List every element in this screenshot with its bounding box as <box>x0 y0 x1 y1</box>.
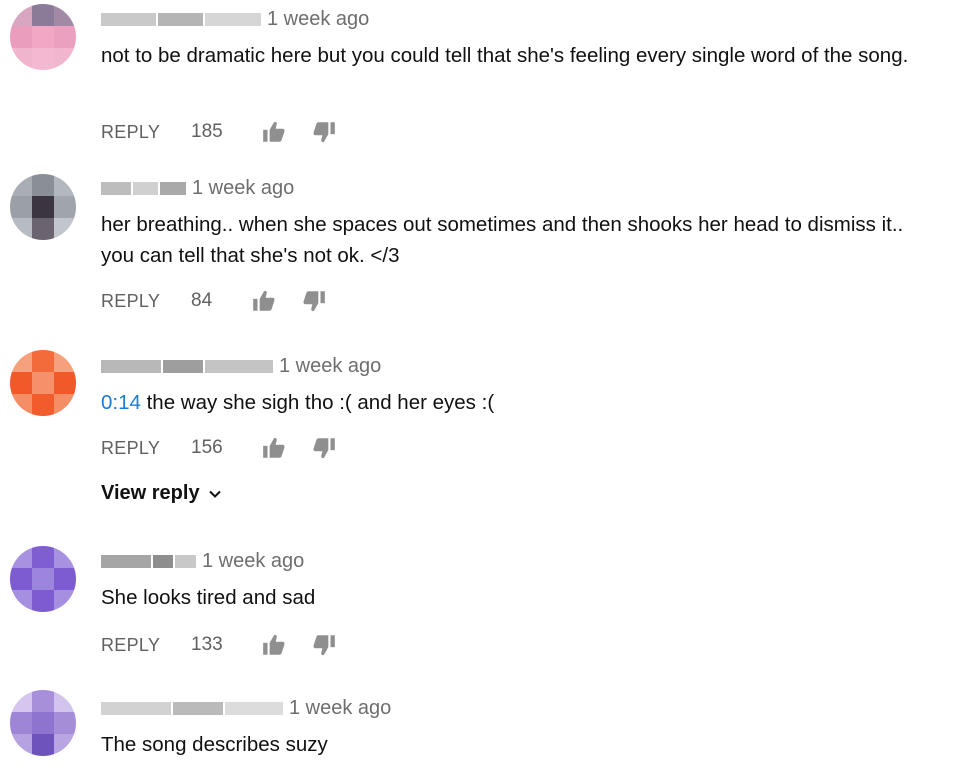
thumbs-up-icon[interactable] <box>261 632 287 658</box>
comment-actions: REPLY 185 <box>101 118 401 146</box>
like-count: 133 <box>191 634 223 655</box>
thumbs-down-icon[interactable] <box>311 632 337 658</box>
avatar[interactable] <box>10 690 76 756</box>
comment-text: The song describes suzy <box>101 733 328 756</box>
comment-text: not to be dramatic here but you could te… <box>101 44 909 67</box>
author-name-blurred[interactable] <box>101 359 273 373</box>
thumbs-down-icon[interactable] <box>311 435 337 461</box>
reply-button[interactable]: REPLY <box>101 291 160 312</box>
thumbs-up-icon[interactable] <box>251 288 277 314</box>
comment-time[interactable]: 1 week ago <box>289 697 391 720</box>
author-name-blurred[interactable] <box>101 181 186 195</box>
thumbs-up-icon[interactable] <box>261 119 287 145</box>
comment-text: her breathing.. when she spaces out some… <box>101 213 904 267</box>
like-count: 84 <box>191 290 213 311</box>
comment-text-body: the way she sigh tho :( and her eyes :( <box>140 391 495 414</box>
chevron-down-icon <box>208 490 221 498</box>
comment-meta: 1 week ago <box>101 548 304 574</box>
comment-actions: REPLY 84 <box>101 287 401 315</box>
view-reply-label: View reply <box>101 482 200 504</box>
reply-button[interactable]: REPLY <box>101 122 160 143</box>
reply-button[interactable]: REPLY <box>101 438 160 459</box>
comment-meta: 1 week ago <box>101 353 381 379</box>
comment-meta: 1 week ago <box>101 6 369 32</box>
comment-text: She looks tired and sad <box>101 586 316 609</box>
comment-time[interactable]: 1 week ago <box>267 8 369 31</box>
timestamp-link[interactable]: 0:14 <box>101 391 141 414</box>
avatar[interactable] <box>10 4 76 70</box>
thumbs-down-icon[interactable] <box>301 288 327 314</box>
view-reply-button[interactable]: View reply <box>101 482 222 505</box>
author-name-blurred[interactable] <box>101 701 283 715</box>
like-count: 185 <box>191 121 223 142</box>
comment-meta: 1 week ago <box>101 695 391 721</box>
comment-meta: 1 week ago <box>101 175 294 201</box>
thumbs-up-icon[interactable] <box>261 435 287 461</box>
author-name-blurred[interactable] <box>101 554 196 568</box>
avatar[interactable] <box>10 546 76 612</box>
comment-time[interactable]: 1 week ago <box>279 355 381 378</box>
author-name-blurred[interactable] <box>101 12 261 26</box>
comment-actions: REPLY 133 <box>101 631 401 659</box>
like-count: 156 <box>191 437 223 458</box>
comment-time[interactable]: 1 week ago <box>202 550 304 573</box>
thumbs-down-icon[interactable] <box>311 119 337 145</box>
comment-text: 0:14 the way she sigh tho :( and her eye… <box>101 387 941 418</box>
comment-actions: REPLY 156 <box>101 434 401 462</box>
avatar[interactable] <box>10 350 76 416</box>
comment-time[interactable]: 1 week ago <box>192 177 294 200</box>
reply-button[interactable]: REPLY <box>101 635 160 656</box>
avatar[interactable] <box>10 174 76 240</box>
